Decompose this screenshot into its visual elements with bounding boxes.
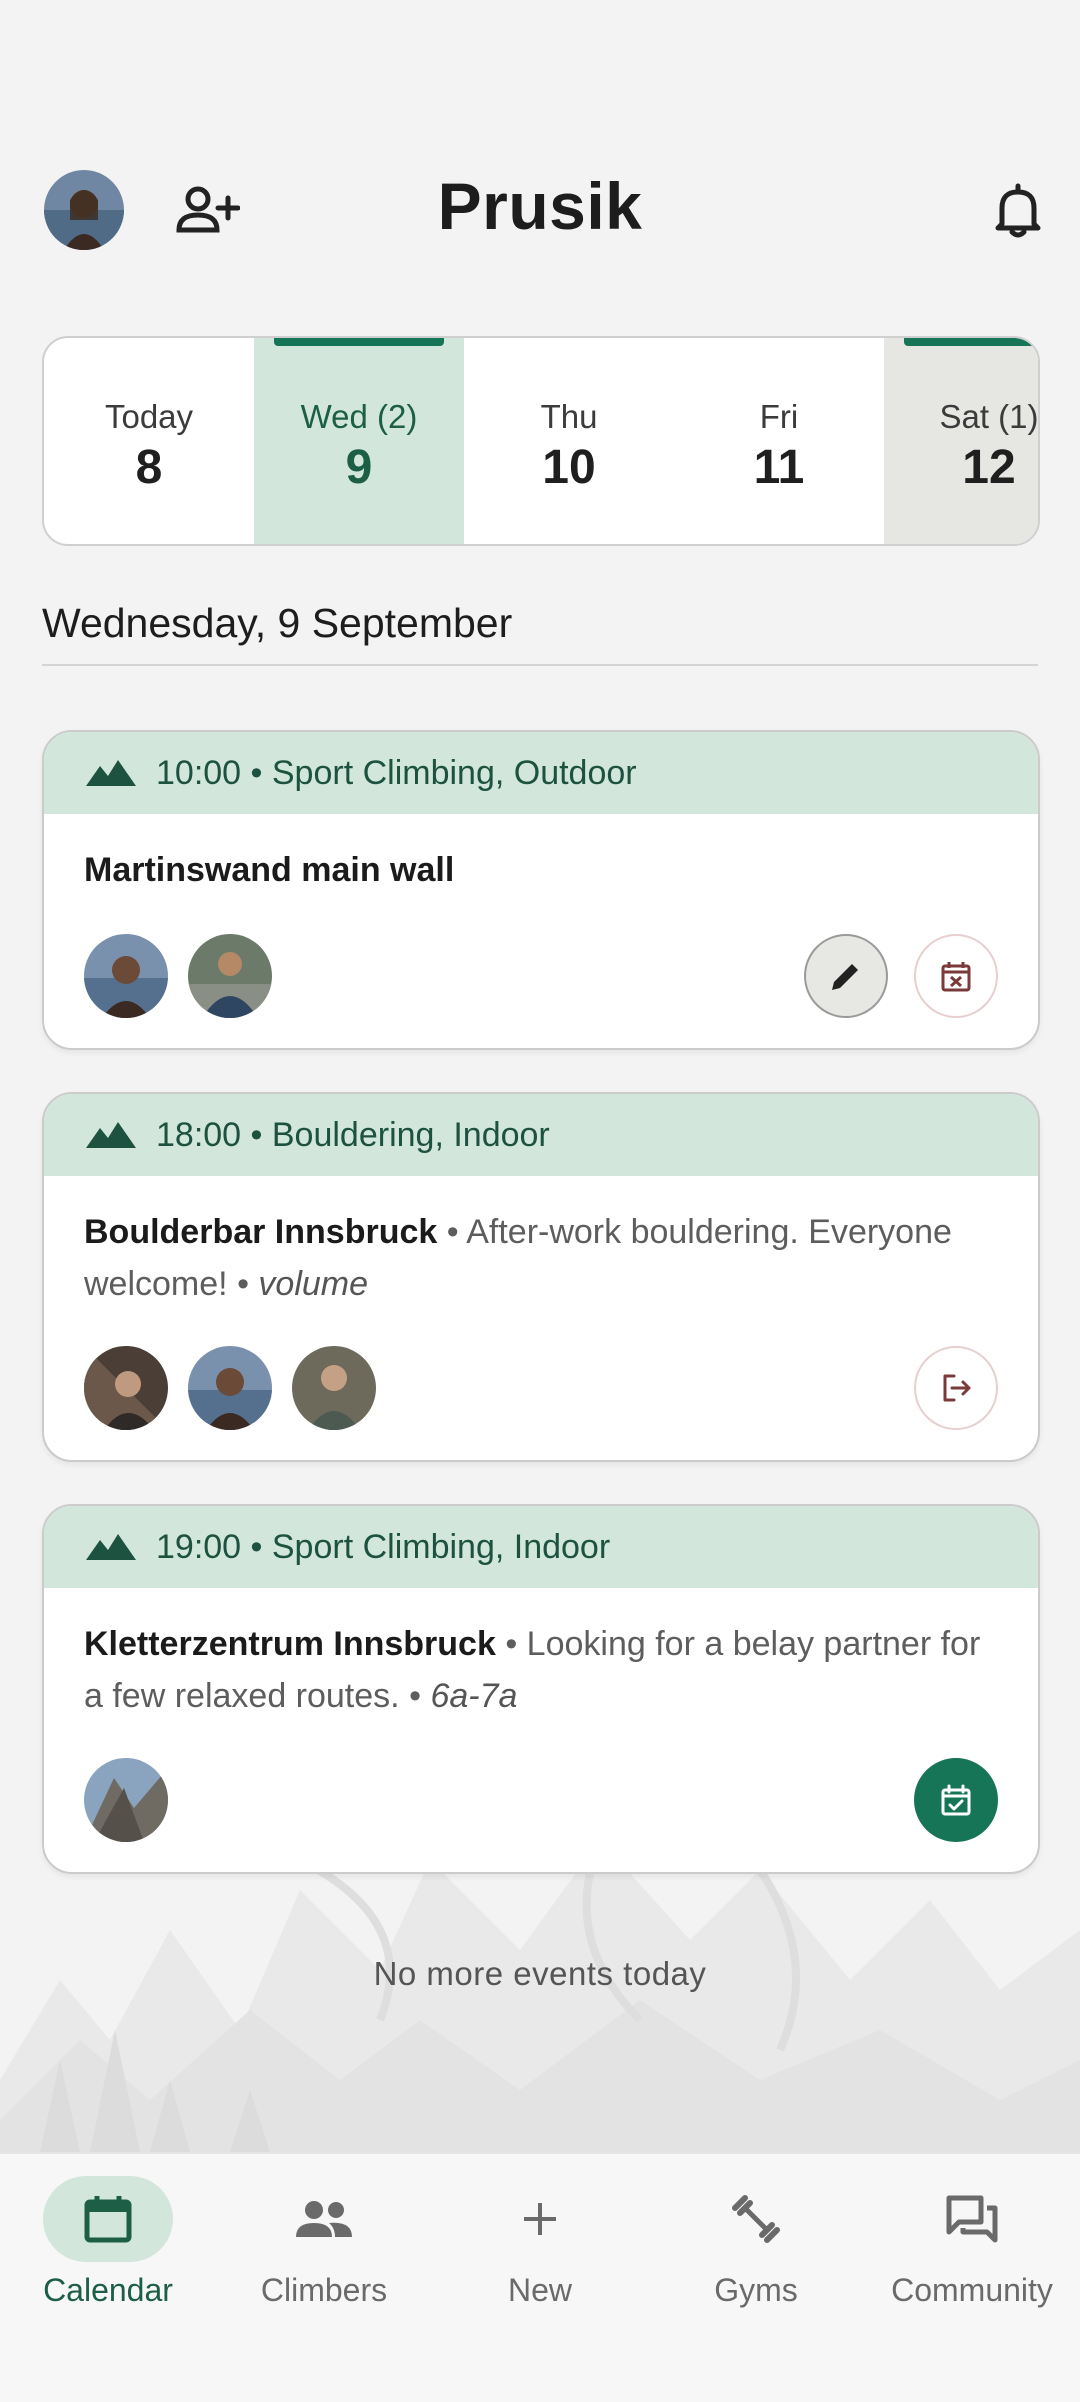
notifications-bell-icon[interactable] bbox=[994, 182, 1042, 238]
nav-label: Gyms bbox=[714, 2272, 798, 2308]
day-number: 10 bbox=[542, 441, 596, 494]
event-card[interactable]: 10:00 • Sport Climbing, Outdoor Martinsw… bbox=[42, 730, 1040, 1050]
event-card-header: 19:00 • Sport Climbing, Indoor bbox=[44, 1506, 1038, 1588]
event-card[interactable]: 19:00 • Sport Climbing, Indoor Kletterze… bbox=[42, 1504, 1040, 1874]
event-time-type: 10:00 • Sport Climbing, Outdoor bbox=[156, 753, 637, 792]
event-card[interactable]: 18:00 • Bouldering, Indoor Boulderbar In… bbox=[42, 1092, 1040, 1462]
day-label: Today bbox=[104, 398, 194, 435]
event-grade: volume bbox=[258, 1265, 369, 1303]
separator: • bbox=[505, 1625, 518, 1663]
pencil-icon bbox=[832, 964, 858, 990]
day-number: 8 bbox=[135, 441, 163, 494]
divider bbox=[42, 664, 1038, 666]
nav-label: Community bbox=[891, 2272, 1053, 2308]
event-location: Martinswand main wall bbox=[84, 851, 455, 889]
join-event-button[interactable] bbox=[914, 1758, 998, 1842]
nav-gyms[interactable]: Gyms bbox=[648, 2154, 864, 2309]
day-thu[interactable]: Thu 10 bbox=[464, 338, 674, 544]
mountain-icon bbox=[86, 1122, 136, 1148]
nav-label: New bbox=[507, 2272, 572, 2308]
participant-avatar[interactable] bbox=[84, 1346, 168, 1430]
day-number: 11 bbox=[753, 441, 805, 494]
separator: • bbox=[446, 1213, 459, 1251]
event-grade: 6a-7a bbox=[430, 1677, 518, 1715]
nav-label: Calendar bbox=[43, 2272, 173, 2308]
day-number: 9 bbox=[345, 441, 373, 494]
date-heading: Wednesday, 9 September bbox=[42, 600, 513, 646]
plus-icon bbox=[524, 2203, 556, 2235]
day-wed-selected[interactable]: Wed (2) 9 bbox=[254, 338, 464, 544]
leave-event-button[interactable] bbox=[914, 1346, 998, 1430]
day-label: Thu bbox=[540, 398, 598, 435]
calendar-icon bbox=[84, 2196, 132, 2243]
participant-avatar[interactable] bbox=[84, 934, 168, 1018]
bottom-navigation: Calendar Climbers New Gyms Community bbox=[0, 2152, 1080, 2402]
event-card-header: 18:00 • Bouldering, Indoor bbox=[44, 1094, 1038, 1176]
date-strip: Today 8 Wed (2) 9 Thu 10 Fri 11 Sat (1) … bbox=[42, 336, 1040, 546]
day-label: Sat (1) bbox=[939, 398, 1039, 435]
separator: • bbox=[237, 1265, 249, 1303]
nav-calendar[interactable]: Calendar bbox=[0, 2154, 216, 2309]
day-today[interactable]: Today 8 bbox=[44, 338, 254, 544]
event-time-type: 18:00 • Bouldering, Indoor bbox=[156, 1115, 550, 1154]
mountain-icon bbox=[86, 1534, 136, 1560]
no-more-events-text: No more events today bbox=[373, 1955, 707, 1992]
day-number: 12 bbox=[962, 441, 1016, 494]
nav-climbers[interactable]: Climbers bbox=[216, 2154, 432, 2309]
day-label: Wed (2) bbox=[300, 398, 418, 435]
event-time-type: 19:00 • Sport Climbing, Indoor bbox=[156, 1527, 611, 1566]
edit-event-button[interactable] bbox=[804, 934, 888, 1018]
event-indicator-bar bbox=[274, 338, 444, 346]
dumbbell-icon bbox=[732, 2195, 780, 2243]
event-location: Kletterzentrum Innsbruck bbox=[84, 1625, 496, 1663]
participant-avatar[interactable] bbox=[292, 1346, 376, 1430]
people-icon bbox=[296, 2201, 352, 2237]
nav-new[interactable]: New bbox=[432, 2154, 648, 2309]
forum-icon bbox=[946, 2195, 998, 2243]
day-sat[interactable]: Sat (1) 12 bbox=[884, 338, 1039, 544]
event-indicator-bar bbox=[904, 338, 1038, 346]
participant-avatar[interactable] bbox=[188, 1346, 272, 1430]
nav-community[interactable]: Community bbox=[864, 2154, 1080, 2309]
day-fri[interactable]: Fri 11 bbox=[674, 338, 884, 544]
separator: • bbox=[409, 1677, 421, 1715]
participant-avatar[interactable] bbox=[84, 1758, 168, 1842]
event-location: Boulderbar Innsbruck bbox=[84, 1213, 438, 1251]
event-details: Martinswand main wall bbox=[44, 814, 1038, 896]
event-details: Boulderbar Innsbruck • After-work boulde… bbox=[44, 1176, 1038, 1310]
cancel-event-button[interactable] bbox=[914, 934, 998, 1018]
mountain-icon bbox=[86, 760, 136, 786]
calendar-remove-icon bbox=[941, 962, 971, 992]
calendar-check-icon bbox=[941, 1784, 971, 1816]
logout-icon bbox=[943, 1374, 971, 1402]
app-title: Prusik bbox=[437, 169, 643, 243]
event-details: Kletterzentrum Innsbruck • Looking for a… bbox=[44, 1588, 1038, 1722]
event-card-header: 10:00 • Sport Climbing, Outdoor bbox=[44, 732, 1038, 814]
participant-avatar[interactable] bbox=[188, 934, 272, 1018]
day-label: Fri bbox=[759, 398, 799, 435]
nav-label: Climbers bbox=[260, 2272, 388, 2308]
